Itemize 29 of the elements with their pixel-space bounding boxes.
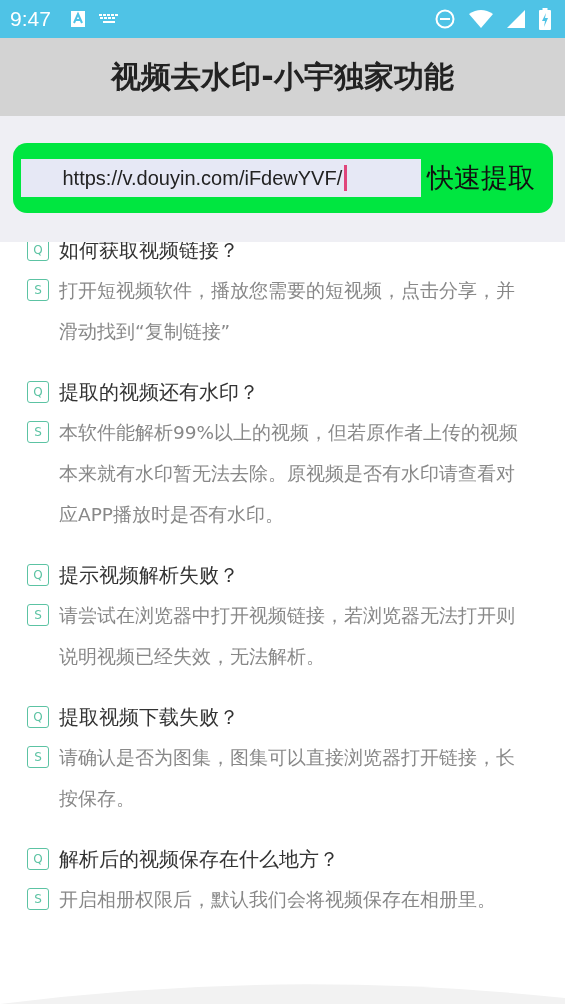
answer-text: 请尝试在浏览器中打开视频链接，若浏览器无法打开则说明视频已经失效，无法解析。 (59, 604, 516, 669)
wifi-icon (469, 10, 493, 28)
signal-icon (507, 10, 525, 28)
question-text: 提取的视频还有水印？ (59, 379, 259, 406)
status-time: 9:47 (10, 7, 51, 31)
a-icon (70, 11, 85, 27)
answer-badge: S (27, 421, 49, 443)
battery-icon (539, 8, 551, 30)
answer-text: 本软件能解析99%以上的视频，但若原作者上传的视频本来就有水印暂无法去除。原视频是否有水印请查看对应APP播放时是否有水印。 (59, 421, 520, 527)
question-text: 解析后的视频保存在什么地方？ (59, 846, 339, 873)
question-badge: Q (27, 564, 49, 586)
do-not-disturb-icon (435, 9, 455, 29)
question-badge: Q (27, 381, 49, 403)
extract-button[interactable]: 快速提取 (424, 160, 537, 196)
answer-badge: S (27, 279, 49, 301)
question-text: 提取视频下载失败？ (59, 704, 239, 731)
answer-badge: S (27, 746, 49, 768)
answer-badge: S (27, 604, 49, 626)
question-text: 提示视频解析失败？ (59, 562, 239, 589)
answer-text: 请确认是否为图集，图集可以直接浏览器打开链接，长按保存。 (59, 746, 516, 811)
question-badge: Q (27, 706, 49, 728)
answer-badge: S (27, 888, 49, 910)
answer-text: 打开短视频软件，播放您需要的短视频，点击分享，并滑动找到“复制链接” (59, 279, 516, 344)
keyboard-icon (98, 14, 119, 24)
question-badge: Q (27, 848, 49, 870)
url-field[interactable]: https://v.douyin.com/iFdewYVF/ (20, 159, 421, 197)
question-badge: Q (27, 239, 49, 261)
app-title: 视频去水印-小宇独家功能 (111, 57, 454, 96)
answer-text: 开启相册权限后，默认我们会将视频保存在相册里。 (59, 888, 496, 912)
